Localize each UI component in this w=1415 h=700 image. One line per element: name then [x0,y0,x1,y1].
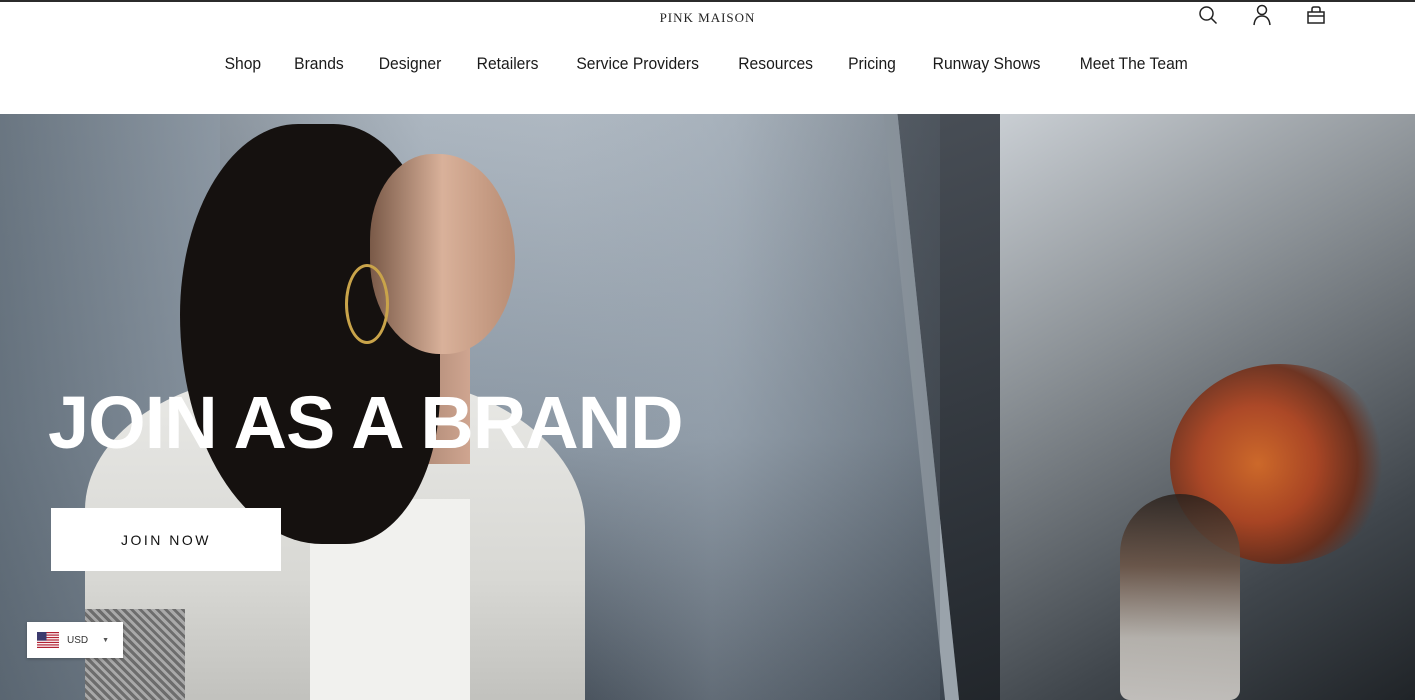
nav-item-designer[interactable]: Designer [365,54,455,74]
hero-image-model-face [370,154,515,354]
currency-selector[interactable]: USD ▼ [27,622,123,658]
currency-code: USD [67,634,89,646]
nav-item-resources[interactable]: Resources [724,54,826,74]
header-icons [1197,4,1327,26]
nav-item-pricing[interactable]: Pricing [834,54,909,74]
hero-banner: JOIN AS A BRAND JOIN NOW [0,114,1415,700]
nav-item-retailers[interactable]: Retailers [463,54,552,74]
nav-item-service-providers[interactable]: Service Providers [563,54,713,74]
cart-icon[interactable] [1305,4,1327,26]
us-flag-icon [37,632,59,648]
main-nav: Shop Brands Designer Retailers Service P… [0,54,1415,74]
site-header: PINK MAISON Shop Brands Designer Retaile… [0,2,1415,114]
search-icon[interactable] [1197,4,1219,26]
join-now-button[interactable]: JOIN NOW [51,508,281,571]
chevron-down-icon: ▼ [102,636,110,644]
account-icon[interactable] [1251,4,1273,26]
nav-item-shop[interactable]: Shop [210,54,274,74]
nav-item-runway-shows[interactable]: Runway Shows [919,54,1054,74]
hero-image-earring [345,264,389,344]
nav-item-meet-the-team[interactable]: Meet The Team [1066,54,1202,74]
hero-image-reflection [1120,494,1240,700]
nav-item-brands[interactable]: Brands [281,54,358,74]
hero-title: JOIN AS A BRAND [48,381,684,464]
